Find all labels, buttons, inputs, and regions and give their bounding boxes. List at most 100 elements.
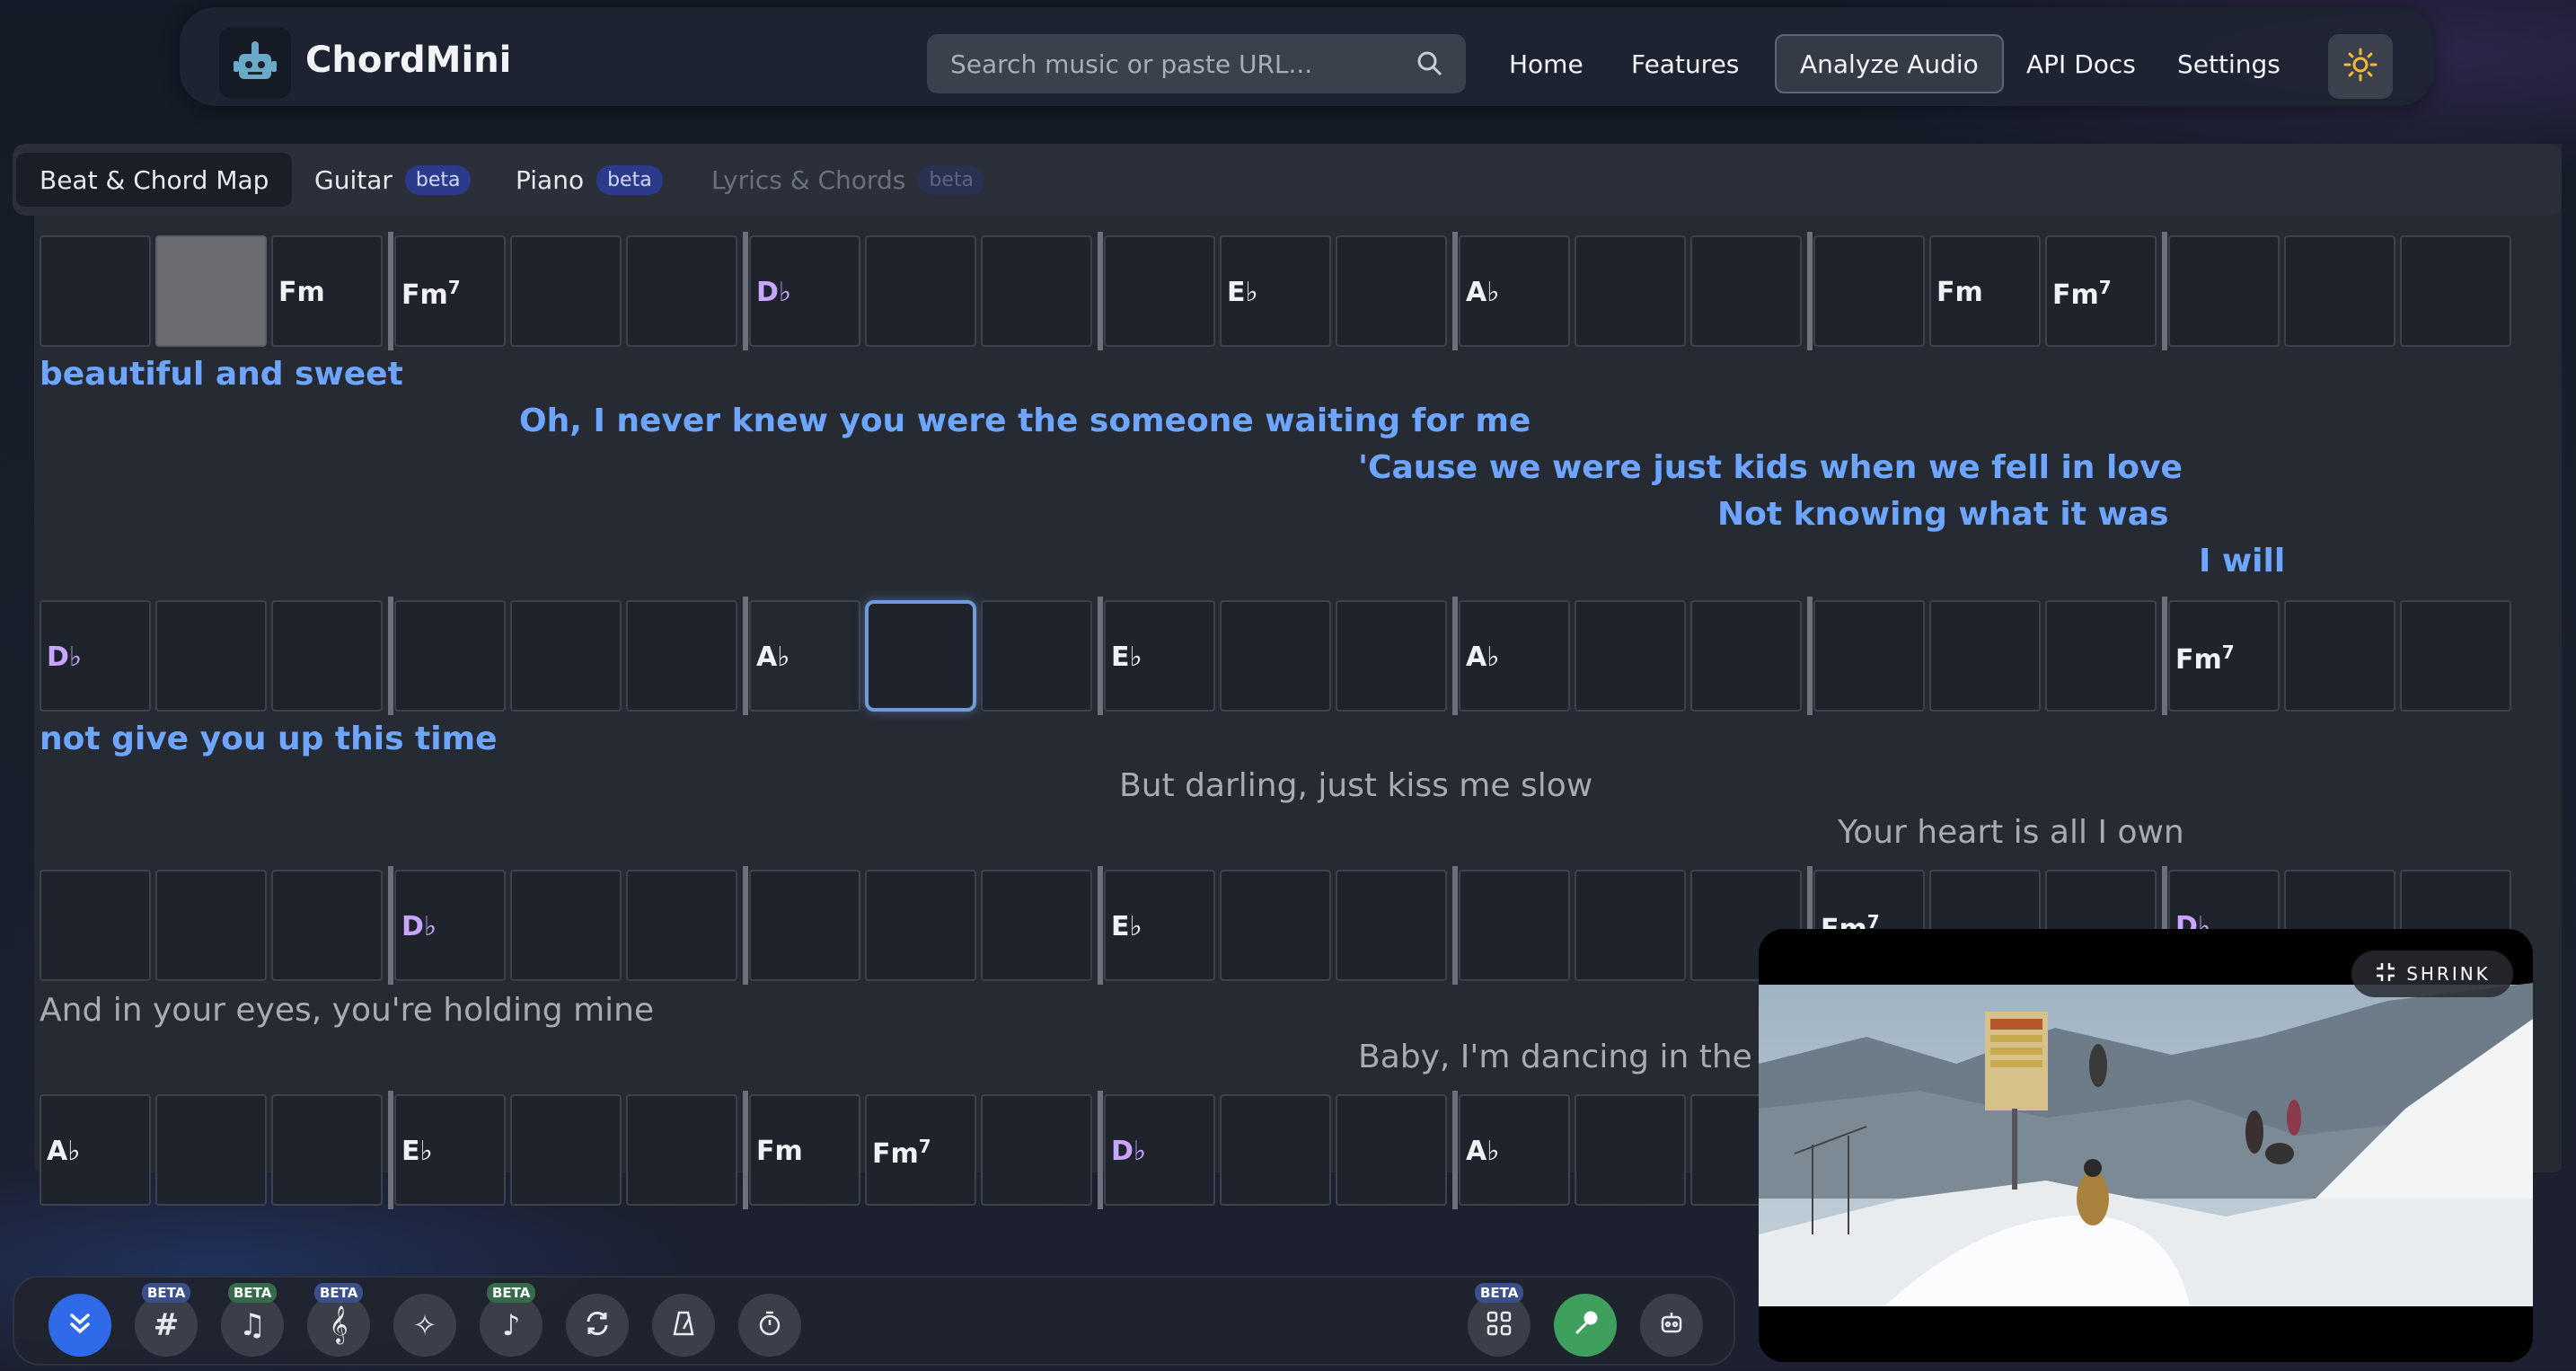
beat-cell[interactable] <box>510 235 622 347</box>
music-note-button[interactable]: BETA ♫ <box>221 1283 284 1357</box>
beat-cell[interactable] <box>155 600 267 712</box>
beat-cell[interactable]: E♭ <box>1220 235 1331 347</box>
beat-cell[interactable]: Fm7 <box>865 1094 976 1206</box>
beat-cell[interactable] <box>2400 235 2511 347</box>
sparkles-button[interactable]: ✧ <box>393 1294 456 1357</box>
beat-cell[interactable] <box>2400 600 2511 712</box>
beat-cell[interactable] <box>626 1094 737 1206</box>
beat-cell[interactable] <box>1104 235 1215 347</box>
beat-cell[interactable]: E♭ <box>1104 600 1215 712</box>
beat-cell[interactable] <box>271 870 383 981</box>
video-player[interactable]: SHRINK <box>1759 929 2533 1362</box>
microphone-button[interactable] <box>1554 1294 1617 1357</box>
beat-cell[interactable] <box>510 1094 622 1206</box>
tab-guitar[interactable]: Guitar beta <box>291 153 494 207</box>
beat-cell[interactable] <box>1813 600 1925 712</box>
beat-cell[interactable]: D♭ <box>394 870 506 981</box>
lyric-line[interactable]: Oh, I never knew you were the someone wa… <box>519 402 1531 439</box>
lyric-line[interactable]: Not knowing what it was <box>1717 496 2168 533</box>
beat-cell[interactable]: D♭ <box>749 235 860 347</box>
beat-cell[interactable] <box>981 870 1092 981</box>
beat-cell[interactable] <box>626 235 737 347</box>
lyric-line[interactable]: beautiful and sweet <box>40 356 403 393</box>
beat-cell[interactable] <box>155 235 267 347</box>
beat-cell[interactable]: E♭ <box>394 1094 506 1206</box>
beat-cell[interactable] <box>155 1094 267 1206</box>
beat-cell[interactable] <box>1336 870 1447 981</box>
beat-cell[interactable] <box>510 870 622 981</box>
beat-cell[interactable] <box>1459 870 1570 981</box>
beat-cell[interactable] <box>1813 235 1925 347</box>
nav-analyze-audio[interactable]: Analyze Audio <box>1775 34 2004 93</box>
beat-cell[interactable] <box>1690 600 1802 712</box>
beat-cell[interactable] <box>626 600 737 712</box>
chatbot-button[interactable] <box>1640 1294 1703 1357</box>
beat-cell[interactable] <box>1336 1094 1447 1206</box>
nav-api-docs[interactable]: API Docs <box>2003 34 2159 93</box>
beat-cell[interactable]: A♭ <box>40 1094 151 1206</box>
beat-cell[interactable]: Fm7 <box>2168 600 2280 712</box>
beat-cell[interactable] <box>1220 1094 1331 1206</box>
lyric-line[interactable]: And in your eyes, you're holding mine <box>40 992 654 1029</box>
beat-cell[interactable] <box>2284 235 2395 347</box>
beat-cell[interactable]: A♭ <box>1459 1094 1570 1206</box>
beat-cell[interactable] <box>981 600 1092 712</box>
tab-lyrics-chords[interactable]: Lyrics & Chords beta <box>688 153 1008 207</box>
beat-cell[interactable] <box>271 600 383 712</box>
beat-cell[interactable] <box>2168 235 2280 347</box>
beat-cell[interactable] <box>2045 600 2157 712</box>
collapse-button[interactable] <box>49 1294 111 1357</box>
beat-cell[interactable]: Fm7 <box>2045 235 2157 347</box>
beat-cell[interactable] <box>1690 235 1802 347</box>
beat-cell[interactable] <box>2284 600 2395 712</box>
beat-cell[interactable]: E♭ <box>1104 870 1215 981</box>
beat-cell[interactable] <box>40 235 151 347</box>
beat-cell[interactable] <box>1336 235 1447 347</box>
beat-cell[interactable] <box>1336 600 1447 712</box>
beat-cell[interactable] <box>271 1094 383 1206</box>
lyric-line[interactable]: I will <box>2199 543 2285 579</box>
timer-button[interactable] <box>738 1294 801 1357</box>
beat-cell[interactable]: Fm <box>749 1094 860 1206</box>
beat-cell[interactable] <box>865 600 976 712</box>
tab-piano[interactable]: Piano beta <box>492 153 686 207</box>
beat-cell[interactable] <box>1220 870 1331 981</box>
nav-settings[interactable]: Settings <box>2154 34 2304 93</box>
music-list-button[interactable]: BETA ♪ <box>480 1283 543 1357</box>
beat-cell[interactable]: Fm7 <box>394 235 506 347</box>
loop-button[interactable] <box>566 1294 629 1357</box>
beat-cell[interactable]: D♭ <box>1104 1094 1215 1206</box>
shrink-button[interactable]: SHRINK <box>2351 951 2513 997</box>
beat-cell[interactable]: Fm <box>271 235 383 347</box>
beat-cell[interactable] <box>1575 870 1686 981</box>
beat-cell[interactable]: Fm <box>1929 235 2041 347</box>
beat-cell[interactable] <box>1929 600 2041 712</box>
theme-toggle-button[interactable] <box>2328 34 2393 99</box>
beat-cell[interactable] <box>1575 235 1686 347</box>
tab-beat-chord-map[interactable]: Beat & Chord Map <box>16 153 293 207</box>
beat-cell[interactable] <box>510 600 622 712</box>
beat-cell[interactable] <box>865 235 976 347</box>
beat-cell[interactable] <box>1575 1094 1686 1206</box>
beat-cell[interactable]: A♭ <box>1459 600 1570 712</box>
lyric-line[interactable]: 'Cause we were just kids when we fell in… <box>1358 449 2183 486</box>
beat-cell[interactable] <box>865 870 976 981</box>
key-signature-button[interactable]: BETA # <box>135 1283 198 1357</box>
lyric-line[interactable]: Baby, I'm dancing in the da <box>1358 1039 1803 1075</box>
nav-home[interactable]: Home <box>1486 34 1607 93</box>
lyric-line[interactable]: not give you up this time <box>40 721 498 757</box>
beat-cell[interactable]: A♭ <box>1459 235 1570 347</box>
beat-cell[interactable] <box>981 1094 1092 1206</box>
nav-features[interactable]: Features <box>1608 34 1762 93</box>
lyric-line[interactable]: Your heart is all I own <box>1838 814 2184 851</box>
beat-cell[interactable] <box>155 870 267 981</box>
beat-cell[interactable]: A♭ <box>749 600 860 712</box>
beat-cell[interactable] <box>1575 600 1686 712</box>
beat-cell[interactable]: D♭ <box>40 600 151 712</box>
treble-clef-button[interactable]: BETA 𝄞 <box>307 1283 370 1357</box>
beat-cell[interactable] <box>1220 600 1331 712</box>
lyric-line[interactable]: But darling, just kiss me slow <box>1119 767 1592 804</box>
beat-cell[interactable] <box>749 870 860 981</box>
beat-cell[interactable] <box>394 600 506 712</box>
apps-grid-button[interactable]: BETA <box>1468 1283 1531 1357</box>
